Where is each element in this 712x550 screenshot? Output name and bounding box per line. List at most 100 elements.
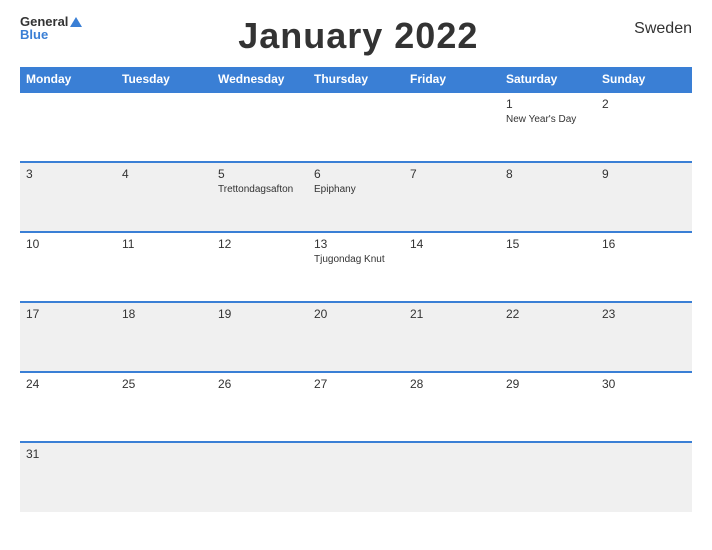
day-number: 11 xyxy=(122,237,206,251)
title-section: January 2022 xyxy=(82,15,634,57)
week-row-5: 24 25 26 27 28 29 30 xyxy=(20,372,692,442)
day-number: 2 xyxy=(602,97,686,111)
day-number: 24 xyxy=(26,377,110,391)
calendar-header: General Blue January 2022 Sweden xyxy=(20,15,692,57)
day-number: 21 xyxy=(410,307,494,321)
day-number: 5 xyxy=(218,167,302,181)
day-number: 26 xyxy=(218,377,302,391)
event-label: Epiphany xyxy=(314,183,398,196)
calendar-cell: 13 Tjugondag Knut xyxy=(308,232,404,302)
calendar-cell: 26 xyxy=(212,372,308,442)
calendar-cell: 2 xyxy=(596,92,692,162)
week-row-3: 10 11 12 13 Tjugondag Knut 14 15 16 xyxy=(20,232,692,302)
logo-blue-text: Blue xyxy=(20,28,48,41)
calendar-cell: 3 xyxy=(20,162,116,232)
weekday-header-wednesday: Wednesday xyxy=(212,67,308,92)
day-number: 9 xyxy=(602,167,686,181)
day-number: 6 xyxy=(314,167,398,181)
calendar-cell: 28 xyxy=(404,372,500,442)
event-label: Tjugondag Knut xyxy=(314,253,398,266)
calendar-title: January 2022 xyxy=(82,15,634,57)
calendar-cell: 29 xyxy=(500,372,596,442)
calendar-cell xyxy=(116,442,212,512)
calendar-cell: 16 xyxy=(596,232,692,302)
day-number: 16 xyxy=(602,237,686,251)
calendar-cell: 30 xyxy=(596,372,692,442)
day-number: 8 xyxy=(506,167,590,181)
calendar-cell: 22 xyxy=(500,302,596,372)
week-row-1: 1 New Year's Day 2 xyxy=(20,92,692,162)
day-number: 20 xyxy=(314,307,398,321)
calendar-cell xyxy=(500,442,596,512)
calendar-cell xyxy=(212,442,308,512)
weekday-header-saturday: Saturday xyxy=(500,67,596,92)
day-number: 14 xyxy=(410,237,494,251)
day-number: 30 xyxy=(602,377,686,391)
weekday-header-monday: Monday xyxy=(20,67,116,92)
day-number: 17 xyxy=(26,307,110,321)
day-number: 31 xyxy=(26,447,110,461)
day-number: 15 xyxy=(506,237,590,251)
week-row-4: 17 18 19 20 21 22 23 xyxy=(20,302,692,372)
calendar-cell: 31 xyxy=(20,442,116,512)
calendar-table: MondayTuesdayWednesdayThursdayFridaySatu… xyxy=(20,67,692,512)
calendar-cell: 27 xyxy=(308,372,404,442)
calendar-cell xyxy=(404,442,500,512)
calendar-cell: 15 xyxy=(500,232,596,302)
calendar-cell: 19 xyxy=(212,302,308,372)
day-number: 19 xyxy=(218,307,302,321)
event-label: New Year's Day xyxy=(506,113,590,126)
calendar-cell: 8 xyxy=(500,162,596,232)
calendar-cell: 6 Epiphany xyxy=(308,162,404,232)
calendar-cell: 25 xyxy=(116,372,212,442)
day-number: 22 xyxy=(506,307,590,321)
day-number: 23 xyxy=(602,307,686,321)
day-number: 12 xyxy=(218,237,302,251)
day-number: 7 xyxy=(410,167,494,181)
calendar-cell: 20 xyxy=(308,302,404,372)
day-number: 10 xyxy=(26,237,110,251)
calendar-cell xyxy=(20,92,116,162)
day-number: 25 xyxy=(122,377,206,391)
calendar-cell: 18 xyxy=(116,302,212,372)
calendar-cell xyxy=(596,442,692,512)
day-number: 27 xyxy=(314,377,398,391)
event-label: Trettondagsafton xyxy=(218,183,302,196)
calendar-cell: 1 New Year's Day xyxy=(500,92,596,162)
weekday-header-row: MondayTuesdayWednesdayThursdayFridaySatu… xyxy=(20,67,692,92)
calendar-cell: 24 xyxy=(20,372,116,442)
day-number: 3 xyxy=(26,167,110,181)
day-number: 1 xyxy=(506,97,590,111)
calendar-cell: 17 xyxy=(20,302,116,372)
week-row-2: 345 Trettondagsafton 6 Epiphany 789 xyxy=(20,162,692,232)
calendar-cell xyxy=(404,92,500,162)
calendar-cell xyxy=(116,92,212,162)
calendar-cell: 10 xyxy=(20,232,116,302)
weekday-header-tuesday: Tuesday xyxy=(116,67,212,92)
calendar-cell xyxy=(308,92,404,162)
day-number: 29 xyxy=(506,377,590,391)
calendar-cell: 11 xyxy=(116,232,212,302)
calendar-cell: 23 xyxy=(596,302,692,372)
day-number: 28 xyxy=(410,377,494,391)
calendar-cell: 12 xyxy=(212,232,308,302)
day-number: 13 xyxy=(314,237,398,251)
day-number: 4 xyxy=(122,167,206,181)
week-row-6: 31 xyxy=(20,442,692,512)
calendar-cell: 21 xyxy=(404,302,500,372)
calendar-cell: 9 xyxy=(596,162,692,232)
calendar-cell xyxy=(212,92,308,162)
logo: General Blue xyxy=(20,15,82,41)
calendar-page: General Blue January 2022 Sweden MondayT… xyxy=(0,0,712,550)
calendar-cell: 4 xyxy=(116,162,212,232)
day-number: 18 xyxy=(122,307,206,321)
logo-triangle-icon xyxy=(70,17,82,27)
weekday-header-thursday: Thursday xyxy=(308,67,404,92)
weekday-header-sunday: Sunday xyxy=(596,67,692,92)
country-label: Sweden xyxy=(634,15,692,38)
calendar-cell xyxy=(308,442,404,512)
calendar-cell: 7 xyxy=(404,162,500,232)
calendar-cell: 14 xyxy=(404,232,500,302)
weekday-header-friday: Friday xyxy=(404,67,500,92)
calendar-cell: 5 Trettondagsafton xyxy=(212,162,308,232)
